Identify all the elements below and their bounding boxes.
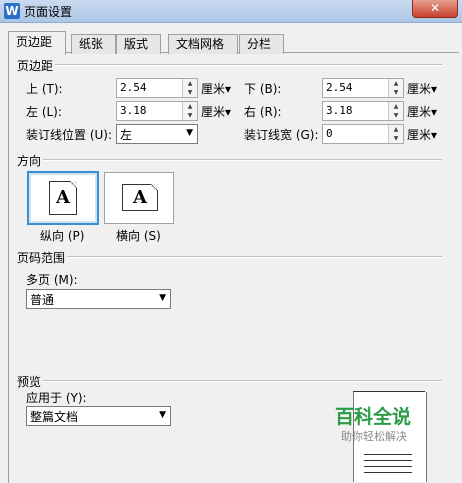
gutter-width-spinner[interactable]: ▲ ▼: [388, 125, 403, 143]
landscape-option[interactable]: A: [104, 172, 174, 224]
spin-down-icon[interactable]: ▼: [389, 134, 403, 143]
landscape-glyph: A: [133, 187, 147, 208]
bottom-margin-unit[interactable]: 厘米▾: [407, 80, 437, 97]
page-range-group-title: 页码范围: [17, 249, 68, 266]
margins-group-divider: [18, 64, 442, 66]
preview-text-line: [364, 460, 412, 461]
bottom-margin-value: 2.54: [326, 81, 353, 94]
watermark-title: 百科全说: [335, 406, 412, 428]
portrait-glyph: A: [56, 187, 70, 208]
title-bar: W 页面设置 ✕: [0, 0, 462, 23]
top-margin-value: 2.54: [120, 81, 147, 94]
apply-to-value: 整篇文档: [30, 410, 79, 424]
gutter-position-label: 装订线位置 (U):: [26, 128, 113, 142]
spin-up-icon[interactable]: ▲: [389, 79, 403, 88]
bottom-margin-spinner[interactable]: ▲ ▼: [388, 79, 403, 97]
left-margin-unit[interactable]: 厘米▾: [201, 103, 231, 120]
chevron-down-icon: ▼: [186, 128, 193, 138]
apply-to-label: 应用于 (Y):: [26, 391, 87, 405]
tab-paper[interactable]: 纸张: [71, 34, 116, 54]
top-margin-unit[interactable]: 厘米▾: [201, 80, 231, 97]
gutter-position-select[interactable]: 左 ▼: [116, 124, 198, 144]
orientation-group-divider: [18, 159, 442, 161]
preview-page-top-edge: [353, 391, 425, 392]
spin-up-icon[interactable]: ▲: [389, 102, 403, 111]
gutter-width-value: 0: [326, 127, 333, 140]
tab-layout[interactable]: 版式: [116, 34, 161, 54]
tab-columns[interactable]: 分栏: [239, 34, 284, 54]
bottom-margin-input[interactable]: 2.54 ▲ ▼: [322, 78, 404, 98]
left-margin-value: 3.18: [120, 104, 147, 117]
preview-group-divider: [18, 380, 442, 382]
portrait-page-icon: A: [49, 181, 77, 215]
preview-text-line: [364, 466, 412, 467]
left-margin-spinner[interactable]: ▲ ▼: [182, 102, 197, 120]
spin-down-icon[interactable]: ▼: [389, 88, 403, 97]
multiple-pages-label: 多页 (M):: [26, 273, 78, 287]
portrait-option[interactable]: A: [27, 171, 99, 225]
gutter-width-input[interactable]: 0 ▲ ▼: [322, 124, 404, 144]
preview-text-line: [364, 472, 412, 473]
bottom-margin-label: 下 (B):: [244, 82, 282, 96]
margins-group-title: 页边距: [17, 57, 56, 74]
preview-group-title: 预览: [17, 373, 44, 390]
top-margin-label: 上 (T):: [26, 82, 63, 96]
gutter-width-unit[interactable]: 厘米▾: [407, 126, 437, 143]
right-margin-spinner[interactable]: ▲ ▼: [388, 102, 403, 120]
spin-up-icon[interactable]: ▲: [389, 125, 403, 134]
watermark-subtitle: 助你轻松解决: [341, 430, 407, 443]
top-margin-spinner[interactable]: ▲ ▼: [182, 79, 197, 97]
multiple-pages-select[interactable]: 普通 ▼: [26, 289, 171, 309]
wps-writer-icon: W: [4, 3, 20, 19]
top-margin-input[interactable]: 2.54 ▲ ▼: [116, 78, 198, 98]
preview-text-line: [364, 454, 412, 455]
spin-up-icon[interactable]: ▲: [183, 79, 197, 88]
multiple-pages-value: 普通: [30, 293, 55, 307]
landscape-label[interactable]: 横向 (S): [116, 227, 161, 244]
page-range-group-divider: [18, 256, 442, 258]
chevron-down-icon: ▼: [159, 410, 166, 420]
close-button[interactable]: ✕: [412, 0, 458, 18]
left-margin-input[interactable]: 3.18 ▲ ▼: [116, 101, 198, 121]
spin-up-icon[interactable]: ▲: [183, 102, 197, 111]
landscape-page-icon: A: [122, 184, 158, 211]
chevron-down-icon: ▼: [159, 293, 166, 303]
right-margin-unit[interactable]: 厘米▾: [407, 103, 437, 120]
tab-margins[interactable]: 页边距: [8, 31, 66, 55]
orientation-group-title: 方向: [17, 152, 44, 169]
portrait-label[interactable]: 纵向 (P): [40, 227, 84, 244]
right-margin-value: 3.18: [326, 104, 353, 117]
right-margin-label: 右 (R):: [244, 105, 282, 119]
tab-document-grid[interactable]: 文档网格: [168, 34, 238, 54]
gutter-width-label: 装订线宽 (G):: [244, 128, 319, 142]
right-margin-input[interactable]: 3.18 ▲ ▼: [322, 101, 404, 121]
spin-down-icon[interactable]: ▼: [183, 88, 197, 97]
left-margin-label: 左 (L):: [26, 105, 62, 119]
spin-down-icon[interactable]: ▼: [183, 111, 197, 120]
window-title: 页面设置: [24, 5, 73, 19]
apply-to-select[interactable]: 整篇文档 ▼: [26, 406, 171, 426]
spin-down-icon[interactable]: ▼: [389, 111, 403, 120]
gutter-position-value: 左: [120, 128, 133, 142]
